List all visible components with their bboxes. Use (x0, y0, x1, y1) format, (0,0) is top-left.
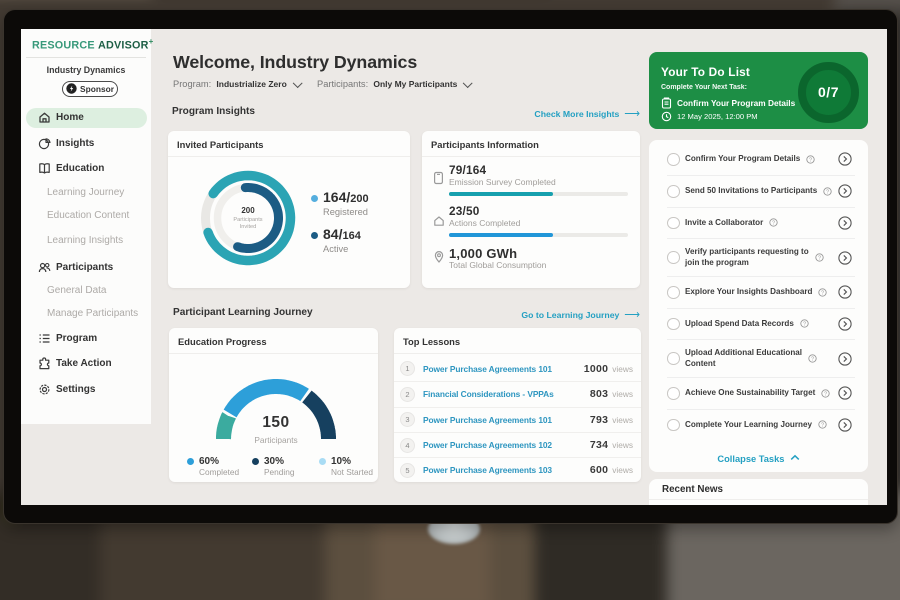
svg-text:?: ? (821, 290, 824, 296)
svg-text:?: ? (818, 255, 821, 261)
svg-text:?: ? (803, 322, 806, 328)
svg-text:?: ? (826, 189, 829, 195)
svg-text:?: ? (809, 157, 812, 163)
svg-text:?: ? (772, 221, 775, 227)
svg-text:?: ? (821, 423, 824, 429)
svg-text:?: ? (811, 356, 814, 362)
svg-text:?: ? (824, 391, 827, 397)
